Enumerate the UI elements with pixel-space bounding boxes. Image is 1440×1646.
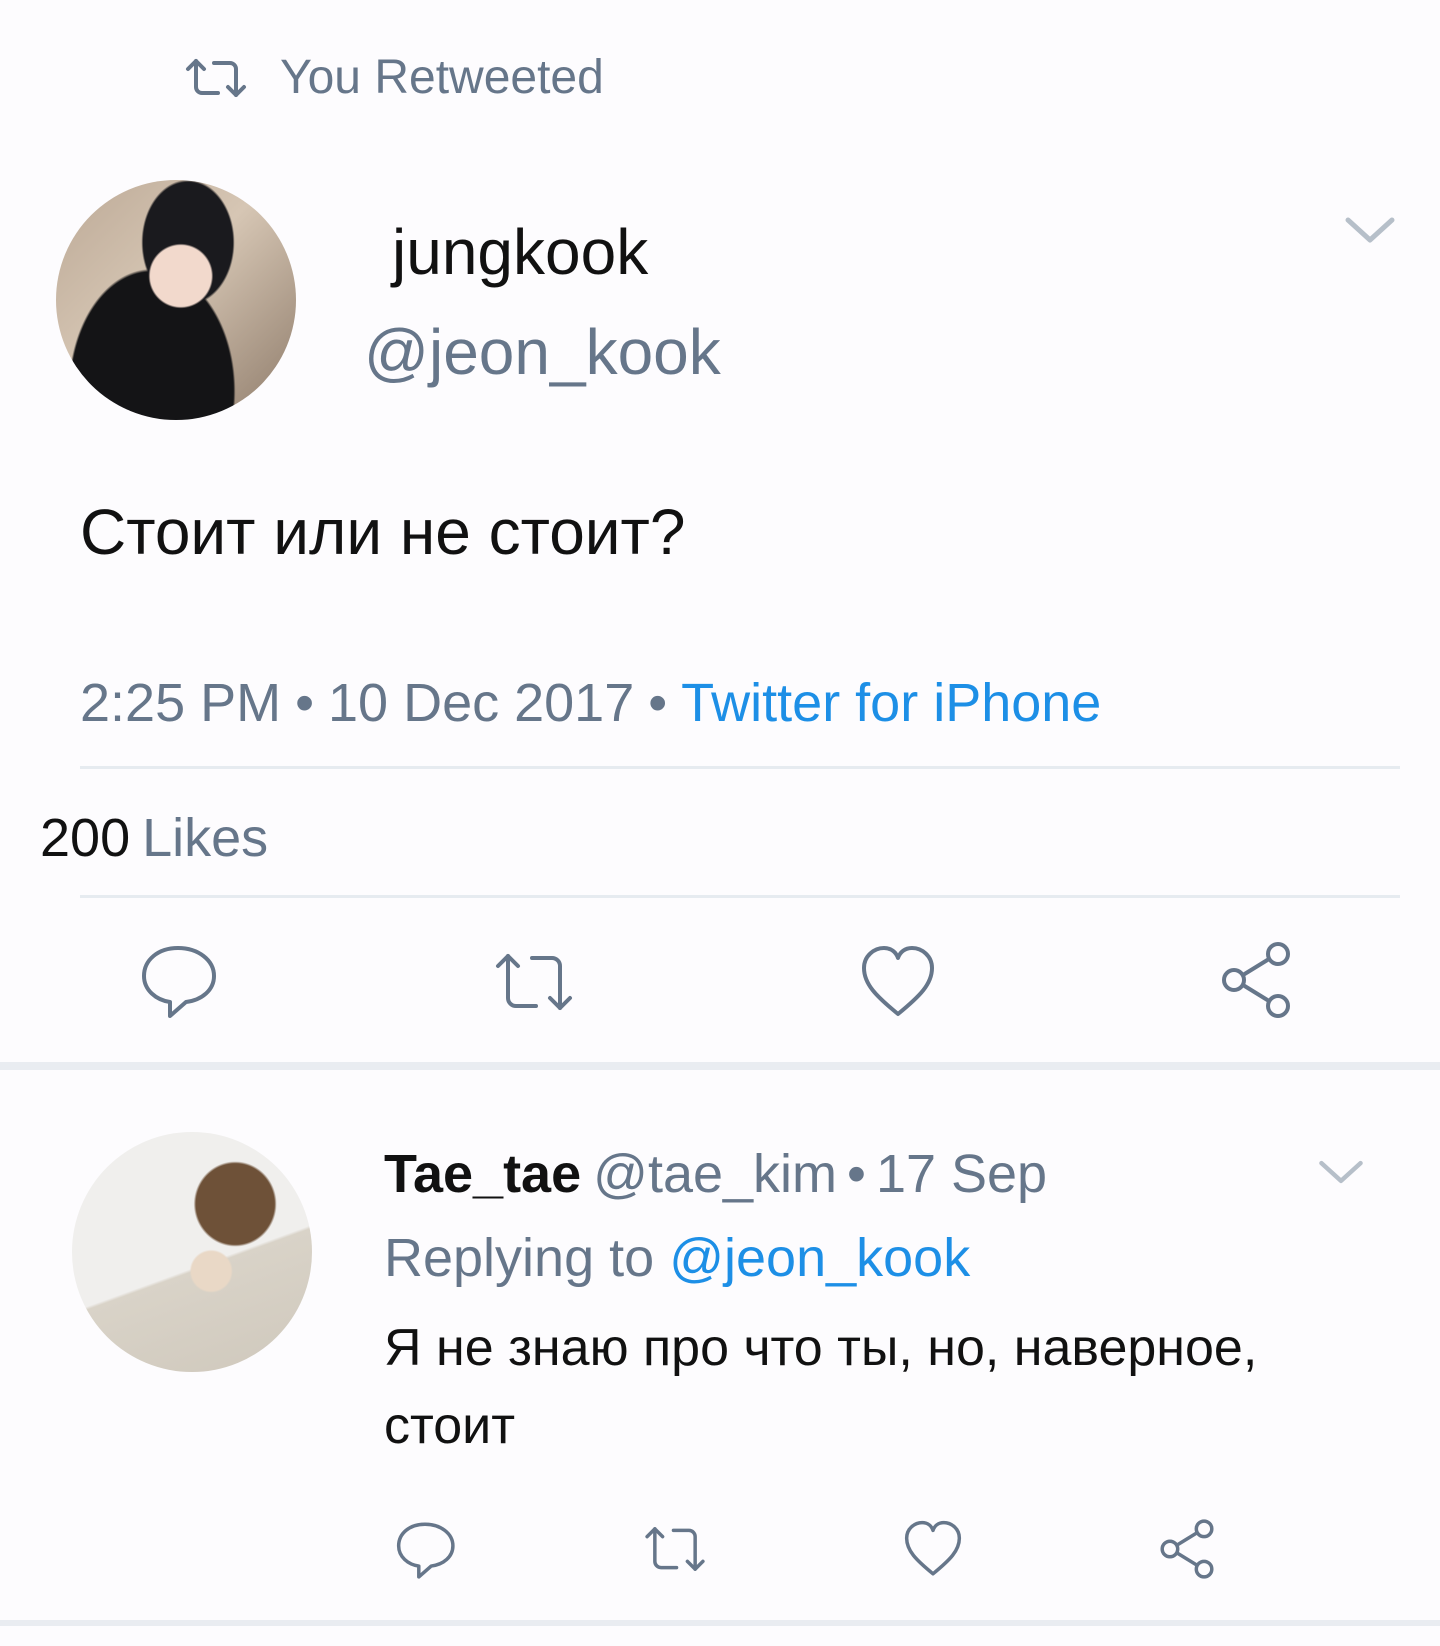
retweet-icon xyxy=(186,58,246,97)
retweet-button[interactable] xyxy=(644,1518,706,1580)
tweet-time: 2:25 PM xyxy=(80,673,282,733)
like-button[interactable] xyxy=(858,942,938,1022)
likes-count[interactable]: 200 Likes xyxy=(40,807,268,869)
author-avatar[interactable] xyxy=(56,180,296,420)
reply-button[interactable] xyxy=(138,940,218,1020)
retweet-button[interactable] xyxy=(494,942,574,1022)
retweet-icon xyxy=(496,954,572,1010)
retweet-banner-text: You Retweeted xyxy=(280,51,604,104)
reply-icon xyxy=(396,1522,455,1579)
meta-separator: • xyxy=(295,673,315,733)
reply-author-avatar[interactable] xyxy=(72,1132,312,1372)
replying-to: Replying to @jeon_kook xyxy=(384,1227,970,1289)
like-icon xyxy=(904,1520,962,1576)
reply-date[interactable]: 17 Sep xyxy=(876,1144,1047,1204)
divider xyxy=(80,895,1400,898)
reply-button[interactable] xyxy=(394,1518,456,1580)
reply-author-display-name[interactable]: Tae_tae xyxy=(384,1144,581,1204)
share-button[interactable] xyxy=(1216,940,1296,1020)
likes-label: Likes xyxy=(142,808,269,868)
share-button[interactable] xyxy=(1156,1518,1218,1580)
chevron-down-icon[interactable] xyxy=(1316,1156,1366,1188)
reply-author-handle[interactable]: @tae_kim xyxy=(593,1144,837,1204)
chevron-down-icon[interactable] xyxy=(1342,212,1398,248)
tweet-date: 10 Dec 2017 xyxy=(328,673,635,733)
meta-separator: • xyxy=(847,1144,866,1204)
share-icon xyxy=(1222,942,1290,1018)
author-handle[interactable]: @jeon_kook xyxy=(364,315,721,389)
tweet-client-link[interactable]: Twitter for iPhone xyxy=(681,673,1101,733)
like-button[interactable] xyxy=(902,1518,964,1580)
tweet-meta: 2:25 PM • 10 Dec 2017 • Twitter for iPhone xyxy=(80,672,1101,734)
reply-text: Я не знаю про что ты, но, наверное, стои… xyxy=(384,1319,1258,1455)
tweet-text: Стоит или не стоит? xyxy=(80,496,686,568)
author-display-name[interactable]: jungkook xyxy=(392,215,648,289)
section-separator xyxy=(0,1062,1440,1070)
replying-prefix: Replying to xyxy=(384,1228,655,1288)
like-icon xyxy=(862,946,934,1016)
likes-number: 200 xyxy=(40,808,131,868)
reply-icon xyxy=(142,946,216,1018)
replying-to-handle-link[interactable]: @jeon_kook xyxy=(669,1228,970,1288)
retweet-banner: You Retweeted xyxy=(184,50,604,105)
share-icon xyxy=(1160,1519,1214,1579)
retweet-icon xyxy=(645,1527,705,1571)
reply-header: Tae_tae @tae_kim • 17 Sep xyxy=(384,1143,1047,1205)
section-separator xyxy=(0,1620,1440,1626)
divider xyxy=(80,766,1400,769)
meta-separator: • xyxy=(648,673,668,733)
